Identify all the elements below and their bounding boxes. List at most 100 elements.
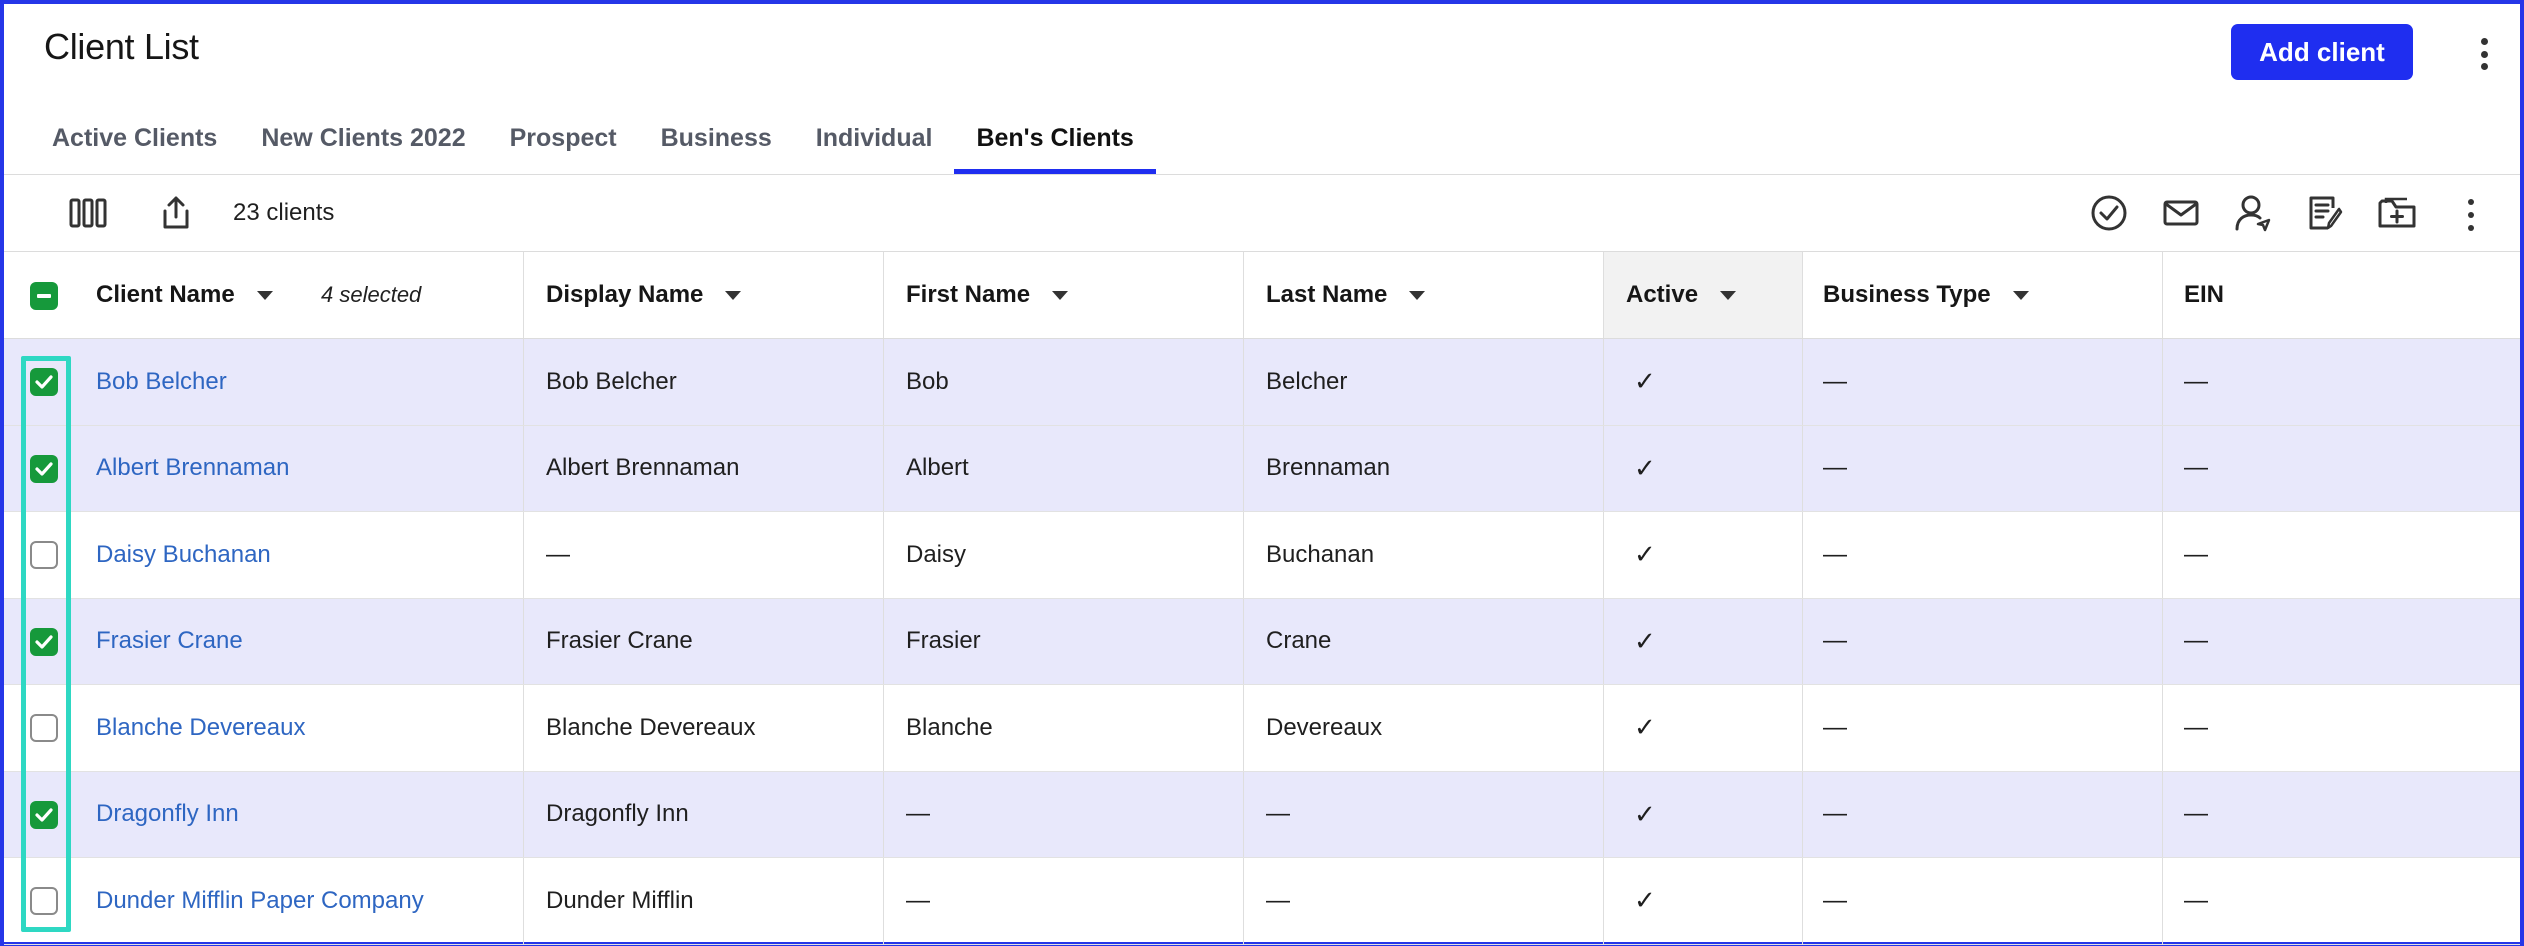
sort-caret-icon[interactable] [1052,290,1069,300]
active-check-icon: ✓ [1634,625,1656,656]
ein-cell: — [2184,454,2208,482]
active-check-icon: ✓ [1634,712,1656,743]
check-circle-icon[interactable] [2089,193,2129,233]
sort-caret-icon[interactable] [1409,290,1426,300]
client-name-link[interactable]: Albert Brennaman [96,426,289,512]
business-type-cell: — [1823,886,1847,914]
display-name-cell: Dunder Mifflin [546,886,694,914]
display-name-cell: — [546,540,570,568]
ein-cell: — [2184,886,2208,914]
header-first-name[interactable]: First Name [906,252,1069,338]
table-row[interactable]: Daisy Buchanan — Daisy Buchanan ✓ — — [4,512,2520,599]
export-icon[interactable] [156,193,196,233]
active-check-icon: ✓ [1634,539,1656,570]
last-name-cell: Crane [1266,627,1332,655]
add-client-button[interactable]: Add client [2231,24,2413,80]
table-row[interactable]: Dragonfly Inn Dragonfly Inn — — ✓ — — [4,771,2520,858]
display-name-cell: Frasier Crane [546,627,693,655]
business-type-cell: — [1823,454,1847,482]
client-count: 23 clients [233,199,335,226]
sort-caret-icon[interactable] [1720,290,1737,300]
row-checkbox[interactable] [30,800,58,829]
toolbar: 23 clients [4,175,2520,251]
tab-prospect[interactable]: Prospect [488,112,639,174]
row-checkbox[interactable] [30,714,58,742]
columns-icon[interactable] [68,193,108,233]
header-active[interactable]: Active [1626,252,1737,338]
active-check-icon: ✓ [1634,366,1656,397]
ein-cell: — [2184,627,2208,655]
more-options-icon[interactable] [2472,34,2496,74]
header-client-name[interactable]: Client Name [96,252,273,338]
ein-cell: — [2184,800,2208,828]
display-name-cell: Albert Brennaman [546,454,740,482]
last-name-cell: Brennaman [1266,454,1391,482]
user-send-icon[interactable] [2233,193,2273,233]
clients-table: Client Name 4 selected Display Name Firs… [4,252,2520,945]
selected-count: 4 selected [321,282,422,307]
first-name-cell: Blanche [906,713,993,741]
first-name-cell: Albert [906,454,969,482]
row-checkbox[interactable] [30,368,58,396]
sort-caret-icon[interactable] [2012,290,2029,300]
ein-cell: — [2184,540,2208,568]
row-checkbox[interactable] [30,541,58,569]
tab-bar: Active Clients New Clients 2022 Prospect… [30,112,1157,174]
header-last-name[interactable]: Last Name [1266,252,1426,338]
display-name-cell: Blanche Devereaux [546,713,756,741]
tab-bens-clients[interactable]: Ben's Clients [954,112,1157,174]
active-check-icon: ✓ [1634,452,1656,483]
first-name-cell: — [906,800,930,828]
table-row[interactable]: Albert Brennaman Albert Brennaman Albert… [4,425,2520,512]
more-vertical-icon[interactable] [2463,199,2479,231]
edit-document-icon[interactable] [2305,193,2345,233]
display-name-cell: Bob Belcher [546,367,677,395]
table-row[interactable]: Bob Belcher Bob Belcher Bob Belcher ✓ — … [4,339,2520,426]
table-row[interactable]: Dunder Mifflin Paper Company Dunder Miff… [4,858,2520,945]
email-icon[interactable] [2161,193,2201,233]
tab-new-clients-2022[interactable]: New Clients 2022 [239,112,487,174]
table-row[interactable]: Frasier Crane Frasier Crane Frasier Cran… [4,598,2520,685]
tab-active-clients[interactable]: Active Clients [30,112,239,174]
sort-caret-icon[interactable] [725,290,742,300]
first-name-cell: Bob [906,367,949,395]
add-folder-icon[interactable] [2377,193,2417,233]
business-type-cell: — [1823,800,1847,828]
tab-business[interactable]: Business [639,112,794,174]
client-name-link[interactable]: Daisy Buchanan [96,512,271,598]
tab-individual[interactable]: Individual [794,112,955,174]
first-name-cell: Frasier [906,627,981,655]
last-name-cell: — [1266,886,1290,914]
table-header: Client Name 4 selected Display Name Firs… [4,252,2520,339]
ein-cell: — [2184,367,2208,395]
header-business-type[interactable]: Business Type [1823,252,2029,338]
last-name-cell: Belcher [1266,367,1348,395]
last-name-cell: Devereaux [1266,713,1383,741]
business-type-cell: — [1823,540,1847,568]
row-checkbox[interactable] [30,627,58,656]
client-name-link[interactable]: Bob Belcher [96,339,227,425]
client-name-link[interactable]: Blanche Devereaux [96,685,305,771]
row-checkbox[interactable] [30,454,58,483]
page-title: Client List [44,26,199,67]
active-check-icon: ✓ [1634,885,1656,916]
select-all-checkbox[interactable] [30,282,58,310]
row-checkbox[interactable] [30,887,58,915]
client-name-link[interactable]: Dunder Mifflin Paper Company [96,858,424,944]
client-name-link[interactable]: Frasier Crane [96,599,243,685]
business-type-cell: — [1823,627,1847,655]
ein-cell: — [2184,713,2208,741]
first-name-cell: — [906,886,930,914]
first-name-cell: Daisy [906,540,967,568]
sort-caret-icon[interactable] [256,290,273,300]
display-name-cell: Dragonfly Inn [546,800,689,828]
table-row[interactable]: Blanche Devereaux Blanche Devereaux Blan… [4,685,2520,772]
header-ein[interactable]: EIN [2184,252,2224,338]
header-display-name[interactable]: Display Name [546,252,742,338]
business-type-cell: — [1823,713,1847,741]
last-name-cell: Buchanan [1266,540,1375,568]
active-check-icon: ✓ [1634,798,1656,829]
client-name-link[interactable]: Dragonfly Inn [96,772,239,858]
last-name-cell: — [1266,800,1290,828]
business-type-cell: — [1823,367,1847,395]
